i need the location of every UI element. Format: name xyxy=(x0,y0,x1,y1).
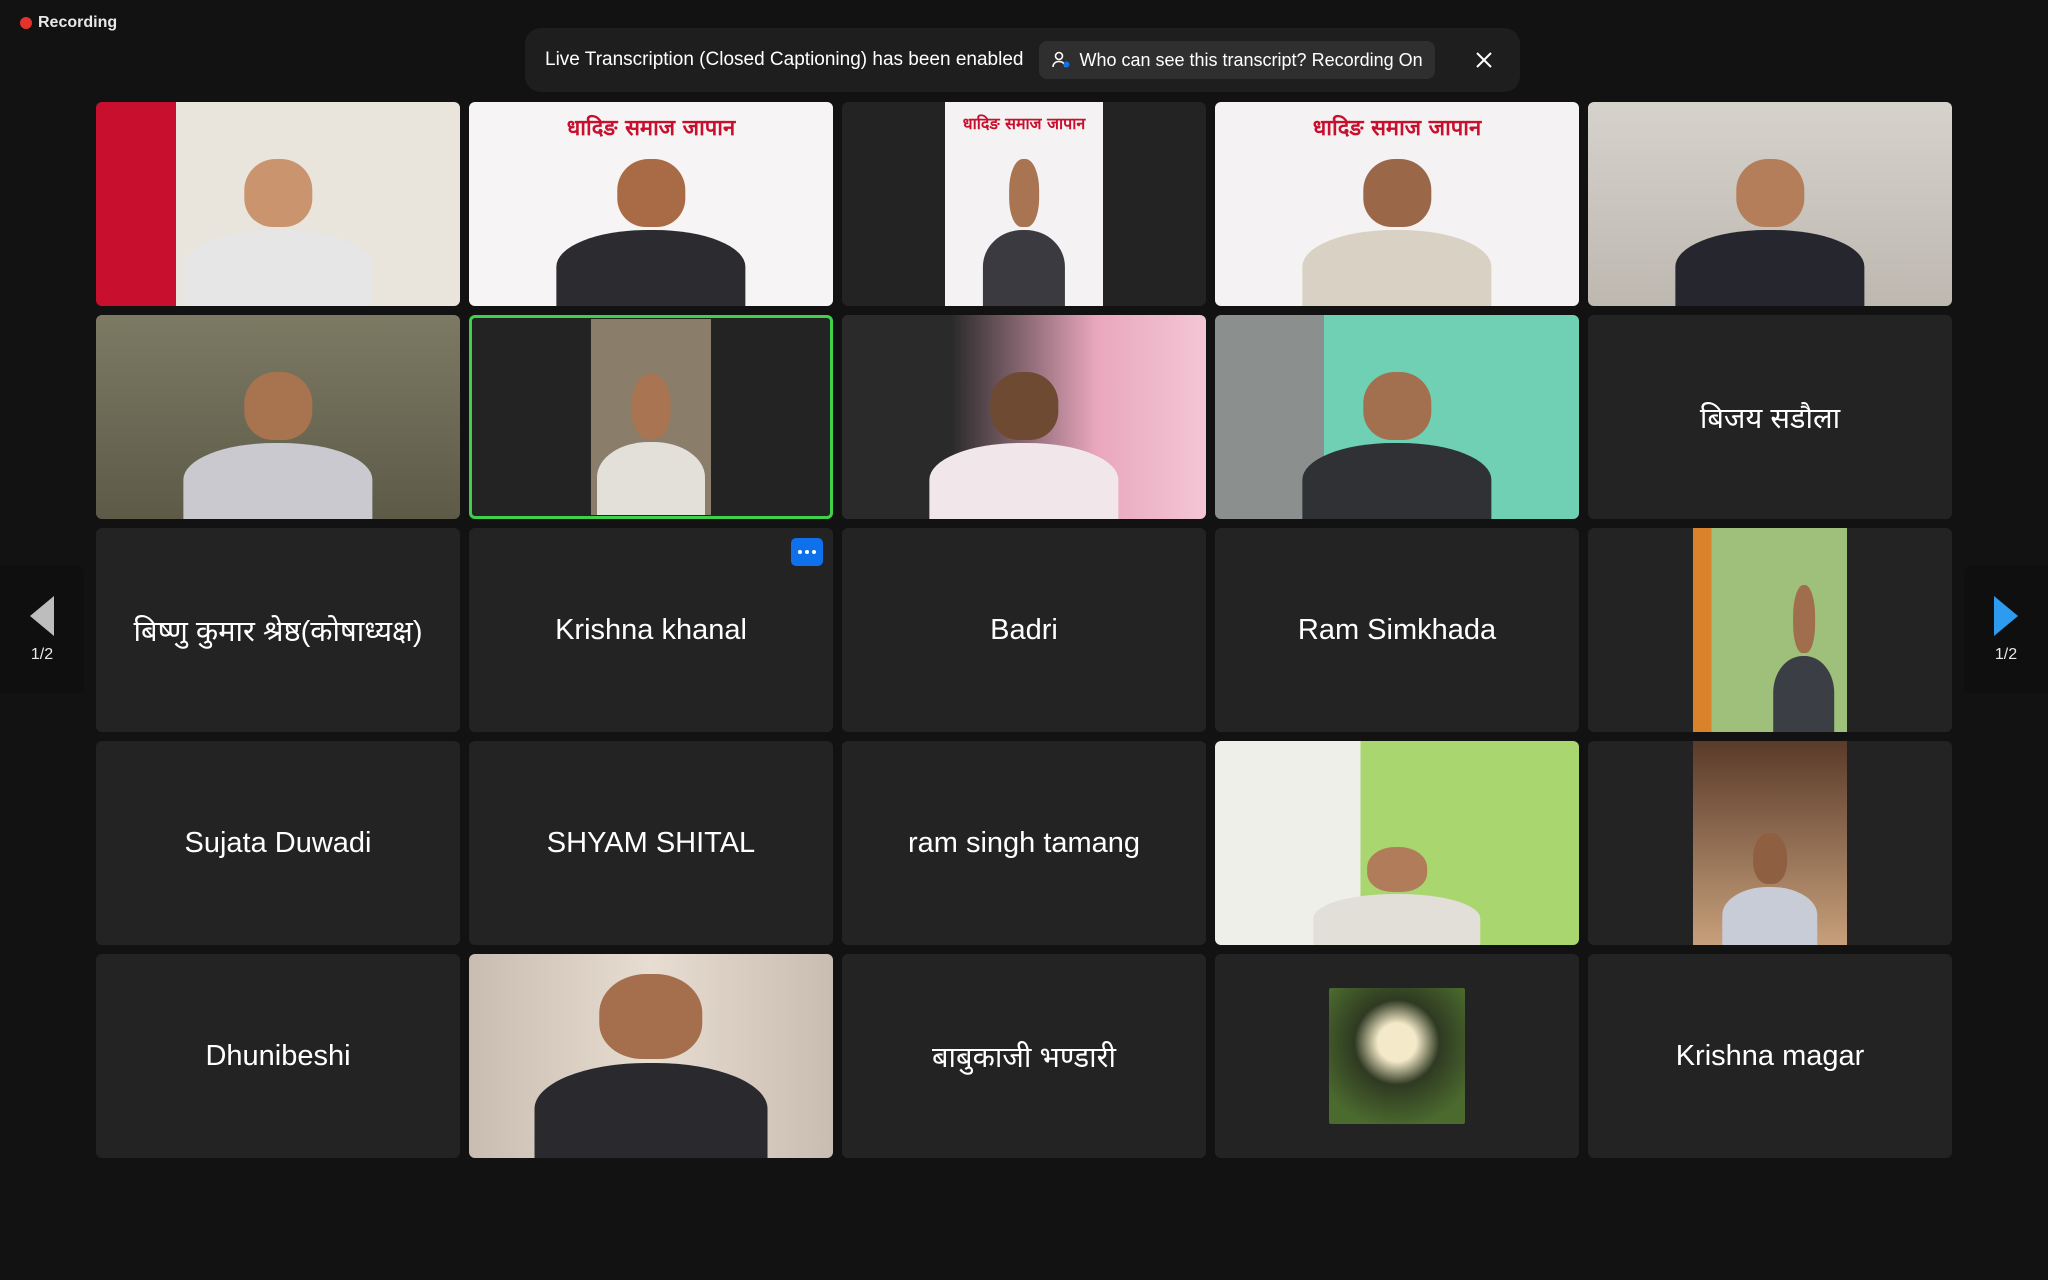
close-banner-button[interactable] xyxy=(1468,44,1500,76)
participant-video xyxy=(1215,741,1579,945)
poster-heading: धादिङ समाज जापान xyxy=(566,116,736,141)
participant-video-tile[interactable] xyxy=(842,315,1206,519)
recording-label: Recording xyxy=(38,14,118,31)
participant-name: बिजय सडौला xyxy=(1699,402,1841,435)
recording-dot-icon xyxy=(20,17,32,29)
participant-name: बिष्णु कुमार श्रेष्ठ(कोषाध्यक्ष) xyxy=(133,615,423,648)
people-lock-icon xyxy=(1052,51,1070,68)
participant-video-tile[interactable] xyxy=(1215,315,1579,519)
recording-indicator[interactable]: Recording xyxy=(20,14,117,32)
active-speaker-tile[interactable] xyxy=(469,315,833,519)
close-icon xyxy=(1476,52,1492,68)
profile-picture xyxy=(1329,988,1465,1124)
participant-video xyxy=(1215,315,1579,519)
participant-name-tile[interactable]: बिजय सडौला xyxy=(1588,315,1952,519)
participant-video: धादिङ समाज जापान xyxy=(945,102,1103,306)
participant-video: धादिङ समाज जापान xyxy=(1215,102,1579,306)
participant-name-tile[interactable]: Dhunibeshi xyxy=(96,954,460,1158)
participant-name-tile[interactable]: Krishna magar xyxy=(1588,954,1952,1158)
next-page-button[interactable]: 1/2 xyxy=(1964,566,2048,694)
participant-name: Dhunibeshi xyxy=(205,1039,351,1072)
participant-video-tile[interactable] xyxy=(1215,741,1579,945)
participant-video xyxy=(96,102,460,306)
participant-video-tile[interactable] xyxy=(96,315,460,519)
participant-name: Krishna magar xyxy=(1675,1039,1865,1072)
participant-name: Badri xyxy=(990,613,1058,646)
zoom-meeting-window: Recording Live Transcription (Closed Cap… xyxy=(0,0,2048,1280)
transcript-visibility-label: Who can see this transcript? Recording O… xyxy=(1079,49,1423,70)
participant-name: SHYAM SHITAL xyxy=(546,826,756,859)
transcription-message: Live Transcription (Closed Captioning) h… xyxy=(545,49,1024,70)
dot-icon xyxy=(805,550,809,554)
participant-avatar-tile[interactable] xyxy=(1215,954,1579,1158)
chevron-left-icon xyxy=(30,596,54,636)
participant-video: धादिङ समाज जापान xyxy=(469,102,833,306)
transcription-banner: Live Transcription (Closed Captioning) h… xyxy=(525,28,1520,92)
participant-name-tile[interactable]: Badri xyxy=(842,528,1206,732)
chevron-right-icon xyxy=(1994,596,2018,636)
participant-name-tile[interactable]: Krishna khanal xyxy=(469,528,833,732)
dot-icon xyxy=(798,550,802,554)
participant-video-tile[interactable] xyxy=(1588,102,1952,306)
participant-video-tile[interactable]: धादिङ समाज जापान xyxy=(842,102,1206,306)
participant-video xyxy=(469,954,833,1158)
transcript-visibility-button[interactable]: Who can see this transcript? Recording O… xyxy=(1039,41,1435,79)
participant-video xyxy=(1693,528,1847,732)
more-options-button[interactable] xyxy=(791,538,823,566)
participant-name: Krishna khanal xyxy=(555,613,747,646)
participant-name-tile[interactable]: बाबुकाजी भण्डारी xyxy=(842,954,1206,1158)
participant-name: ram singh tamang xyxy=(907,826,1141,859)
dot-icon xyxy=(812,550,816,554)
participant-name-tile[interactable]: बिष्णु कुमार श्रेष्ठ(कोषाध्यक्ष) xyxy=(96,528,460,732)
participant-name: Ram Simkhada xyxy=(1297,613,1497,646)
previous-page-button[interactable]: 1/2 xyxy=(0,566,84,694)
participant-name: बाबुकाजी भण्डारी xyxy=(931,1041,1117,1074)
participant-name-tile[interactable]: SHYAM SHITAL xyxy=(469,741,833,945)
poster-heading: धादिङ समाज जापान xyxy=(1312,116,1482,141)
participant-video-tile[interactable] xyxy=(96,102,460,306)
participant-video xyxy=(591,319,711,515)
participant-name: Sujata Duwadi xyxy=(184,826,372,859)
participant-video-tile[interactable] xyxy=(469,954,833,1158)
participant-video xyxy=(96,315,460,519)
participant-video-tile[interactable] xyxy=(1588,741,1952,945)
participant-video xyxy=(842,315,1206,519)
participant-video-tile[interactable]: धादिङ समाज जापान xyxy=(469,102,833,306)
participant-name-tile[interactable]: Sujata Duwadi xyxy=(96,741,460,945)
page-indicator-left: 1/2 xyxy=(30,646,54,663)
poster-heading: धादिङ समाज जापान xyxy=(962,114,1086,133)
participant-video-tile[interactable] xyxy=(1588,528,1952,732)
page-indicator-right: 1/2 xyxy=(1994,646,2018,663)
participant-name-tile[interactable]: ram singh tamang xyxy=(842,741,1206,945)
participant-video xyxy=(1588,102,1952,306)
gallery-view: धादिङ समाज जापान धादिङ समाज जापान धादिङ … xyxy=(96,102,1952,1160)
participant-video-tile[interactable]: धादिङ समाज जापान xyxy=(1215,102,1579,306)
participant-name-tile[interactable]: Ram Simkhada xyxy=(1215,528,1579,732)
participant-video xyxy=(1693,741,1847,945)
